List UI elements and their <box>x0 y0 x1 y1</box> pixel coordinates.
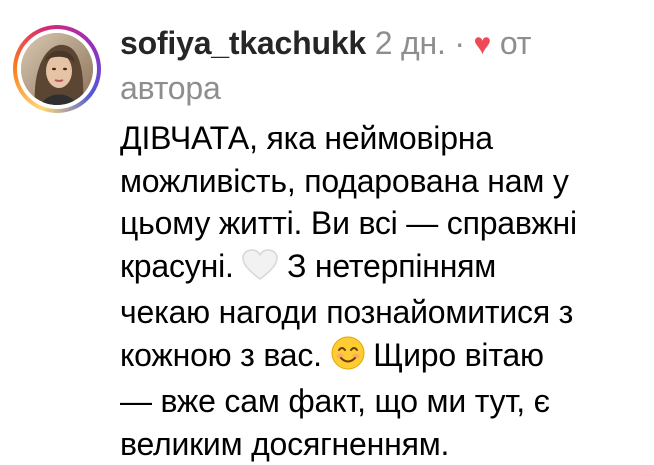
message-line: чекаю нагоди познайомитися з <box>120 291 640 334</box>
message-line: — вже сам факт, що ми тут, є <box>120 380 640 423</box>
message-segment: З нетерпінням <box>287 248 496 284</box>
message-segment: кожною з вас. <box>120 337 322 373</box>
avatar-image <box>21 33 93 105</box>
message-line-with-emoji: красуні. З нетерпінням <box>120 245 640 292</box>
red-heart-icon: ♥ <box>474 24 492 67</box>
comment: sofiya_tkachukk 2 дн. · ♥ от автора ДІВЧ… <box>0 0 654 454</box>
avatar-gap <box>17 29 97 109</box>
message-line: ДІВЧАТА, яка неймовірна <box>120 117 640 160</box>
liked-by-author-label: от <box>500 25 531 61</box>
comment-message: ДІВЧАТА, яка неймовірна можливість, пода… <box>120 117 640 465</box>
avatar[interactable] <box>21 33 93 105</box>
message-line: цьому житті. Ви всі — справжні <box>120 202 640 245</box>
white-heart-icon <box>242 249 278 292</box>
comment-body: sofiya_tkachukk 2 дн. · ♥ от автора ДІВЧ… <box>120 22 640 465</box>
message-line: великим досягненням. <box>120 423 640 465</box>
avatar-story-ring[interactable] <box>13 25 101 113</box>
message-line: можливість, подарована нам у <box>120 160 640 203</box>
liked-by-author-label-2: автора <box>120 67 640 110</box>
comment-time[interactable]: 2 дн. <box>375 25 446 61</box>
message-segment: красуні. <box>120 248 234 284</box>
message-line-with-emoji: кожною з вас. Щиро вітаю <box>120 334 640 381</box>
message-segment: Щиро вітаю <box>373 337 544 373</box>
smiling-face-icon <box>331 336 365 381</box>
meta-separator: · <box>454 25 464 61</box>
username-link[interactable]: sofiya_tkachukk <box>120 25 366 61</box>
comment-header: sofiya_tkachukk 2 дн. · ♥ от <box>120 22 640 67</box>
